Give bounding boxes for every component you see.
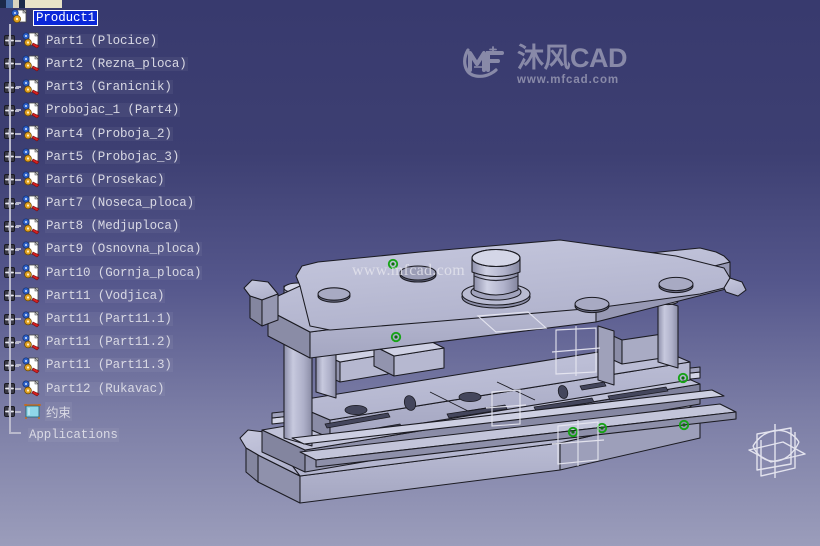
toolbar-icon-1[interactable] bbox=[6, 0, 13, 8]
tree-row-item[interactable]: Part4 (Proboja_2) bbox=[0, 122, 248, 145]
catpart-icon bbox=[21, 32, 43, 49]
tree-row-item[interactable]: Part3 (Granicnik) bbox=[0, 76, 248, 99]
catpart-icon bbox=[21, 102, 43, 119]
catpart-icon bbox=[21, 125, 43, 142]
catpart-icon bbox=[21, 333, 43, 351]
tree-item-label[interactable]: Part6 (Prosekac) bbox=[45, 172, 166, 187]
tree-item-label[interactable]: Part7 (Noseca_ploca) bbox=[45, 196, 196, 211]
catpart-icon bbox=[21, 264, 43, 281]
tree-elbow-horizontal bbox=[9, 432, 21, 435]
toolbar-strip[interactable] bbox=[0, 0, 62, 8]
catpart-icon bbox=[21, 357, 43, 374]
tree-item-label[interactable]: Part1 (Plocice) bbox=[45, 33, 159, 48]
tree-row-item[interactable]: Part8 (Medjuploca) bbox=[0, 215, 248, 238]
tree-row-item[interactable]: Part11 (Vodjica) bbox=[0, 284, 248, 307]
catpart-icon bbox=[21, 287, 43, 304]
tree-item-label[interactable]: Part5 (Probojac_3) bbox=[45, 149, 181, 164]
tree-row-item[interactable]: 约束 bbox=[0, 400, 248, 423]
tree-row-item[interactable]: Part1 (Plocice) bbox=[0, 29, 248, 52]
tree-item-label[interactable]: Part2 (Rezna_ploca) bbox=[45, 56, 188, 71]
constraints-icon bbox=[21, 403, 43, 420]
tree-item-label[interactable]: Part11 (Part11.2) bbox=[45, 335, 173, 350]
catpart-icon bbox=[21, 218, 43, 235]
tree-row-item[interactable]: Part12 (Rukavac) bbox=[0, 377, 248, 400]
tree-item-label[interactable]: Part4 (Proboja_2) bbox=[45, 126, 173, 141]
catpart-icon bbox=[21, 78, 43, 96]
tree-label-applications[interactable]: Applications bbox=[28, 427, 119, 442]
tree-item-label[interactable]: Part10 (Gornja_ploca) bbox=[45, 265, 203, 280]
catpart-icon bbox=[21, 55, 43, 72]
product-icon bbox=[10, 9, 32, 26]
tree-row-item[interactable]: Part7 (Noseca_ploca) bbox=[0, 192, 248, 215]
tree-row-item[interactable]: Part11 (Part11.2) bbox=[0, 331, 248, 354]
tree-item-label[interactable]: Part12 (Rukavac) bbox=[45, 381, 166, 396]
catia-application-window: www.mfcad.com 沐风CAD www.mfcad.com Produc… bbox=[0, 0, 820, 546]
catpart-icon bbox=[21, 380, 43, 397]
specification-tree[interactable]: Product1 Part1 (Plocice) Part2 (Rezna_pl… bbox=[0, 6, 248, 447]
tree-item-label[interactable]: Probojac_1 (Part4) bbox=[45, 103, 181, 118]
tree-row-item[interactable]: Part11 (Part11.1) bbox=[0, 307, 248, 330]
catpart-icon bbox=[21, 241, 43, 258]
catpart-icon bbox=[21, 171, 43, 188]
tree-row-item[interactable]: Part10 (Gornja_ploca) bbox=[0, 261, 248, 284]
tree-item-label[interactable]: Part11 (Vodjica) bbox=[45, 288, 166, 303]
tree-item-label[interactable]: Part8 (Medjuploca) bbox=[45, 219, 181, 234]
tree-row-item[interactable]: Part5 (Probojac_3) bbox=[0, 145, 248, 168]
catpart-icon bbox=[21, 194, 43, 212]
tree-item-label[interactable]: Part11 (Part11.3) bbox=[45, 358, 173, 373]
tree-item-label[interactable]: Part9 (Osnovna_ploca) bbox=[45, 242, 203, 257]
tree-row-item[interactable]: Part11 (Part11.3) bbox=[0, 354, 248, 377]
tree-row-product1[interactable]: Product1 bbox=[0, 6, 248, 29]
catpart-icon bbox=[21, 148, 43, 165]
3d-compass-icon[interactable] bbox=[735, 420, 815, 505]
tree-item-label[interactable]: Part3 (Granicnik) bbox=[45, 80, 173, 95]
tree-items-container: Part1 (Plocice) Part2 (Rezna_ploca) Part… bbox=[0, 29, 248, 423]
tree-row-applications[interactable]: Applications bbox=[0, 413, 248, 446]
tree-trunk-line bbox=[9, 24, 11, 430]
tree-row-item[interactable]: Part6 (Prosekac) bbox=[0, 168, 248, 191]
tree-row-item[interactable]: Probojac_1 (Part4) bbox=[0, 99, 248, 122]
tree-item-label[interactable]: 约束 bbox=[45, 402, 72, 422]
tree-row-item[interactable]: Part9 (Osnovna_ploca) bbox=[0, 238, 248, 261]
tree-label-product1[interactable]: Product1 bbox=[32, 9, 99, 26]
catpart-icon bbox=[21, 310, 43, 328]
tree-item-label[interactable]: Part11 (Part11.1) bbox=[45, 312, 173, 327]
tree-row-item[interactable]: Part2 (Rezna_ploca) bbox=[0, 52, 248, 75]
toolbar-background bbox=[25, 0, 62, 8]
